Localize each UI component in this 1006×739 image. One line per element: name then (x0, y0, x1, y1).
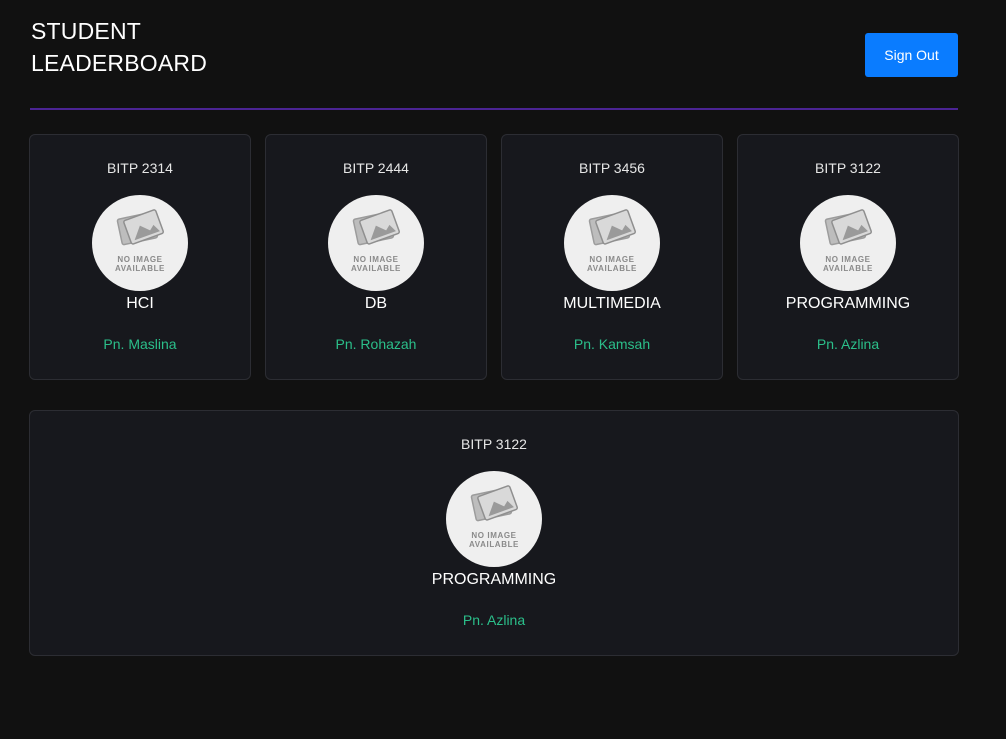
course-name: PROGRAMMING (785, 295, 911, 312)
image-placeholder-icon: NO IMAGE AVAILABLE (564, 195, 660, 291)
page-title: STUDENT LEADERBOARD (31, 15, 207, 79)
no-image-label: NO IMAGE AVAILABLE (823, 255, 873, 273)
course-code: BITP 2314 (107, 160, 173, 176)
photo-icon (352, 209, 400, 246)
course-card[interactable]: BITP 3122 NO IMAGE AVAILABLE PROGRAMMING (29, 410, 959, 656)
course-lecturer: Pn. Kamsah (573, 336, 651, 352)
page-title-line-2: LEADERBOARD (31, 50, 208, 76)
no-image-label: NO IMAGE AVAILABLE (351, 255, 401, 273)
image-placeholder-icon: NO IMAGE AVAILABLE (92, 195, 188, 291)
photo-icon (116, 209, 164, 246)
course-name: DB (364, 295, 388, 312)
image-placeholder-icon: NO IMAGE AVAILABLE (800, 195, 896, 291)
no-image-label: NO IMAGE AVAILABLE (469, 531, 519, 549)
photo-icon (588, 209, 636, 246)
header: STUDENT LEADERBOARD Sign Out (30, 0, 958, 110)
image-placeholder-icon: NO IMAGE AVAILABLE (446, 471, 542, 567)
course-name: MULTIMEDIA (563, 295, 661, 312)
course-code: BITP 3122 (461, 436, 527, 452)
course-lecturer: Pn. Rohazah (335, 336, 417, 352)
course-card[interactable]: BITP 2314 NO IMAGE AVAILABLE HCI Pn. Mas… (29, 134, 251, 380)
course-card[interactable]: BITP 2444 NO IMAGE AVAILABLE DB Pn. Roha… (265, 134, 487, 380)
course-code: BITP 3456 (579, 160, 645, 176)
course-name: PROGRAMMING (431, 571, 557, 588)
course-name: HCI (126, 295, 154, 312)
image-placeholder-icon: NO IMAGE AVAILABLE (328, 195, 424, 291)
leaderboard-page: STUDENT LEADERBOARD Sign Out BITP 2314 N… (0, 0, 1006, 739)
photo-icon (824, 209, 872, 246)
course-lecturer: Pn. Azlina (462, 612, 526, 628)
course-code: BITP 2444 (343, 160, 409, 176)
course-card[interactable]: BITP 3456 NO IMAGE AVAILABLE MULTIMEDIA (501, 134, 723, 380)
no-image-label: NO IMAGE AVAILABLE (115, 255, 165, 273)
course-card[interactable]: BITP 3122 NO IMAGE AVAILABLE PROGRAMMING (737, 134, 959, 380)
no-image-label: NO IMAGE AVAILABLE (587, 255, 637, 273)
course-lecturer: Pn. Maslina (103, 336, 177, 352)
sign-out-button[interactable]: Sign Out (865, 33, 958, 77)
course-code: BITP 3122 (815, 160, 881, 176)
page-title-line-1: STUDENT (31, 18, 142, 44)
header-divider (30, 108, 958, 110)
photo-icon (470, 485, 518, 522)
course-lecturer: Pn. Azlina (816, 336, 880, 352)
